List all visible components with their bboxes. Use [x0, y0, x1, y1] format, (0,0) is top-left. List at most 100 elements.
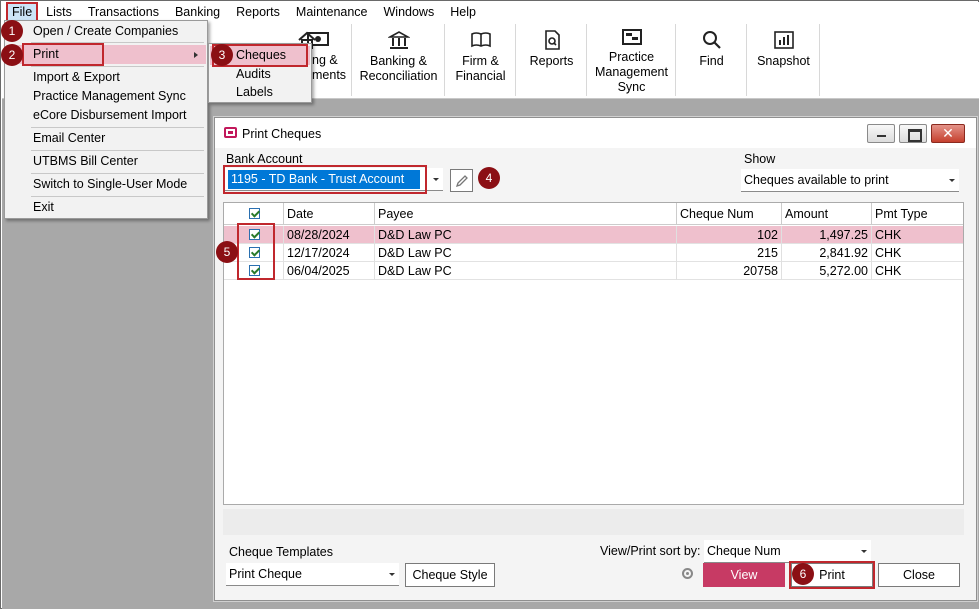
chevron-down-icon	[389, 573, 395, 576]
menu-item-open-create-companies[interactable]: Open / Create Companies	[6, 22, 206, 41]
cell-payee: D&D Law PC	[375, 244, 677, 262]
menu-item-ecore-disbursement-import[interactable]: eCore Disbursement Import	[6, 106, 206, 125]
dialog-title: Print Cheques	[242, 127, 322, 141]
menu-bar: File Lists Transactions Banking Reports …	[2, 2, 979, 22]
practice-label-2: Management	[595, 65, 668, 79]
menu-reports[interactable]: Reports	[228, 2, 288, 22]
menu-banking[interactable]: Banking	[167, 2, 228, 22]
cell-date: 08/28/2024	[284, 226, 375, 244]
menu-separator	[31, 42, 204, 43]
cell-pmt-type: CHK	[875, 228, 902, 242]
cheques-table: Date Payee Cheque Num Amount Pmt Type 08…	[223, 202, 964, 505]
cheque-style-button[interactable]: Cheque Style	[405, 563, 495, 587]
toolbar-partial-label: ng & ments	[312, 53, 346, 83]
edit-bank-account-button[interactable]	[450, 169, 473, 192]
cell-payee: D&D Law PC	[375, 262, 677, 280]
file-menu: Open / Create Companies Print Import & E…	[4, 20, 208, 219]
cell-cheque-num: 102	[677, 226, 782, 244]
cell-amount: 1,497.25	[782, 226, 872, 244]
row-checkbox-cell	[224, 262, 284, 280]
menu-file[interactable]: File	[6, 2, 39, 22]
sort-dropdown-value: Cheque Num	[707, 544, 781, 558]
menu-item-switch-single-user[interactable]: Switch to Single-User Mode	[6, 175, 206, 194]
step-badge-4: 4	[478, 167, 500, 189]
row-checkbox[interactable]	[249, 265, 260, 276]
banking-label-2: Reconciliation	[359, 69, 438, 83]
sort-dropdown[interactable]: Cheque Num	[704, 540, 871, 563]
column-date[interactable]: Date	[284, 203, 375, 225]
view-button[interactable]: View	[703, 563, 785, 587]
report-icon	[541, 30, 563, 50]
chevron-down-icon	[861, 550, 867, 553]
step-badge-1: 1	[1, 20, 23, 42]
menu-help[interactable]: Help	[442, 2, 484, 22]
menu-maintenance[interactable]: Maintenance	[288, 2, 376, 22]
sync-icon	[621, 28, 643, 48]
cell-pmt-type: CHK	[875, 264, 902, 278]
cell-cheque-num: 20758	[677, 262, 782, 280]
menu-item-labels[interactable]: Labels	[210, 83, 310, 102]
menu-lists[interactable]: Lists	[38, 2, 80, 22]
close-icon[interactable]: ✕	[931, 124, 965, 143]
table-header: Date Payee Cheque Num Amount Pmt Type	[224, 203, 963, 225]
toolbar-snapshot-button[interactable]: Snapshot	[748, 24, 820, 96]
column-pmt-type[interactable]: Pmt Type	[872, 203, 965, 225]
menu-separator	[31, 66, 204, 67]
settings-icon[interactable]	[682, 568, 693, 579]
grid-footer	[223, 509, 964, 535]
dialog-title-bar: Print Cheques ✕	[215, 118, 976, 148]
menu-item-email-center[interactable]: Email Center	[6, 129, 206, 148]
cheque-templates-label: Cheque Templates	[229, 545, 334, 559]
menu-windows[interactable]: Windows	[376, 2, 443, 22]
toolbar-partial-line2: ments	[312, 68, 347, 82]
menu-item-audits[interactable]: Audits	[210, 65, 310, 84]
bank-account-label: Bank Account	[226, 152, 303, 166]
menu-transactions[interactable]: Transactions	[80, 2, 167, 22]
chart-icon	[773, 30, 795, 50]
step-badge-5: 5	[216, 241, 238, 263]
show-label: Show	[744, 152, 776, 166]
menu-item-utbms-bill-center[interactable]: UTBMS Bill Center	[6, 152, 206, 171]
table-row[interactable]: 12/17/2024 D&D Law PC 215 2,841.92 CHK	[224, 244, 963, 262]
select-all-checkbox[interactable]	[249, 208, 260, 219]
app-window: File Lists Transactions Banking Reports …	[0, 0, 979, 609]
toolbar-partial-line1: ng &	[312, 53, 338, 67]
pencil-icon	[455, 175, 468, 188]
show-dropdown-value: Cheques available to print	[744, 173, 889, 187]
menu-item-practice-management-sync[interactable]: Practice Management Sync	[6, 87, 206, 106]
search-icon	[701, 30, 723, 50]
cell-date: 12/17/2024	[284, 244, 375, 262]
column-cheque-num[interactable]: Cheque Num	[677, 203, 782, 225]
cheque-template-dropdown[interactable]: Print Cheque	[226, 563, 399, 586]
toolbar-practice-management-sync-button[interactable]: Practice Management Sync	[588, 24, 676, 96]
menu-item-print[interactable]: Print	[6, 45, 206, 64]
toolbar-banking-reconciliation-button[interactable]: Banking & Reconciliation	[353, 24, 445, 96]
menu-item-import-export[interactable]: Import & Export	[6, 68, 206, 87]
show-dropdown[interactable]: Cheques available to print	[741, 169, 959, 192]
step-badge-3: 3	[211, 44, 233, 66]
row-checkbox[interactable]	[249, 229, 260, 240]
reports-label: Reports	[529, 54, 574, 68]
menu-separator	[31, 196, 204, 197]
bank-account-value: 1195 - TD Bank - Trust Account	[228, 170, 420, 189]
toolbar-reports-button[interactable]: Reports	[517, 24, 587, 96]
column-amount[interactable]: Amount	[782, 203, 872, 225]
menu-item-exit[interactable]: Exit	[6, 198, 206, 217]
firm-label-2: Financial	[455, 69, 506, 83]
toolbar-firm-financial-button[interactable]: Firm & Financial	[446, 24, 516, 96]
close-button[interactable]: Close	[878, 563, 960, 587]
maximize-button[interactable]	[899, 124, 927, 143]
toolbar-find-button[interactable]: Find	[677, 24, 747, 96]
table-row[interactable]: 08/28/2024 D&D Law PC 102 1,497.25 CHK	[224, 226, 963, 244]
cheque-template-value: Print Cheque	[229, 567, 302, 581]
menu-separator	[31, 127, 204, 128]
row-checkbox-cell	[224, 226, 284, 244]
minimize-button[interactable]	[867, 124, 895, 143]
table-row[interactable]: 06/04/2025 D&D Law PC 20758 5,272.00 CHK	[224, 262, 963, 280]
menu-item-print-label: Print	[33, 47, 59, 61]
row-checkbox[interactable]	[249, 247, 260, 258]
snapshot-label: Snapshot	[757, 54, 810, 68]
column-payee[interactable]: Payee	[375, 203, 677, 225]
menu-separator	[31, 173, 204, 174]
step-badge-2: 2	[1, 44, 23, 66]
